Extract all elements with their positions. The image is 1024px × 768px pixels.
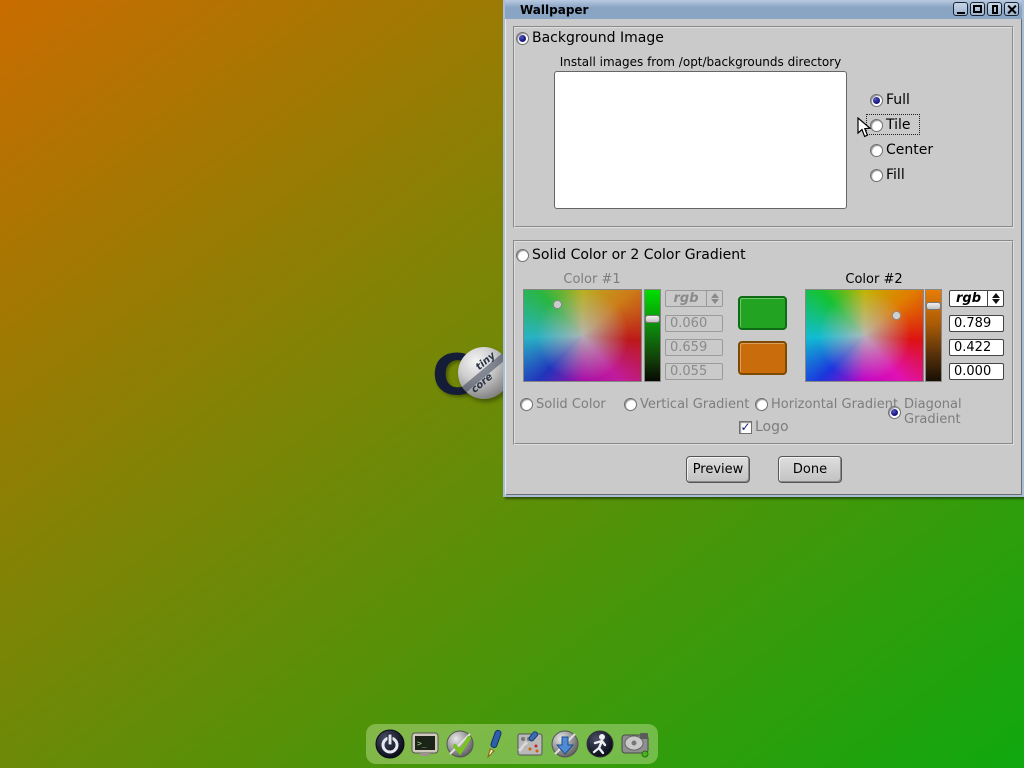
color2-green-field[interactable] [949,339,1004,356]
radio-tile[interactable]: Tile [870,117,911,133]
logo-ball-text-bottom: core [469,371,496,396]
color2-red-field[interactable] [949,315,1004,332]
radio-center[interactable]: Center [870,142,933,158]
color1-swatch[interactable] [738,296,787,330]
mount-drive-icon[interactable] [618,728,651,761]
radio-diagonal-gradient[interactable]: Diagonal Gradient [888,397,1022,427]
color1-hue-picker[interactable] [523,289,642,382]
background-image-radio-icon [516,31,529,45]
radio-fill[interactable]: Fill [870,167,905,183]
color1-value-slider[interactable] [644,289,661,382]
control-panel-icon[interactable] [513,728,546,761]
minimize-icon [956,12,965,14]
radio-vertical-gradient[interactable]: Vertical Gradient [624,397,749,412]
shade-button[interactable] [987,2,1002,16]
editor-pen-icon[interactable] [478,728,511,761]
color2-picker-marker [892,311,901,320]
background-image-list[interactable] [554,71,847,209]
close-icon [1007,5,1016,14]
shade-icon [991,4,998,14]
radio-background-image[interactable]: Background Image [516,30,664,46]
color1-slider-handle[interactable] [645,315,660,323]
color1-mode-select[interactable]: rgb [665,290,723,307]
window-title: Wallpaper [520,2,589,17]
color1-red-field[interactable] [665,315,723,332]
color1-label: Color #1 [563,272,621,287]
wallpaper-window: Wallpaper Background Image Install image… [503,0,1024,497]
color2-label: Color #2 [845,272,903,287]
radio-full[interactable]: Full [870,92,910,108]
svg-text:>_: >_ [417,739,427,748]
maximize-button[interactable] [970,2,985,16]
tile-radio-icon [870,118,883,132]
dock: >_ [366,724,658,764]
center-radio-icon [870,143,883,157]
fill-radio-icon [870,168,883,182]
updown-arrows-icon [706,291,722,306]
power-icon[interactable] [373,728,406,761]
color1-picker-marker [553,300,562,309]
color2-blue-field[interactable] [949,363,1004,380]
vertical-gradient-radio-icon [624,398,637,411]
titlebar[interactable]: Wallpaper [505,0,1022,19]
updown-arrows-icon [987,291,1003,306]
color2-swatch[interactable] [738,341,787,375]
color2-slider-handle[interactable] [926,302,941,310]
install-hint: Install images from /opt/backgrounds dir… [559,55,842,69]
close-button[interactable] [1004,2,1019,16]
full-radio-icon [870,93,883,107]
radio-solid-or-gradient[interactable]: Solid Color or 2 Color Gradient [516,247,746,263]
apps-install-icon[interactable] [548,728,581,761]
radio-solid-color[interactable]: Solid Color [520,397,606,412]
logo-checkbox[interactable]: ✓ [739,420,752,434]
diagonal-gradient-radio-icon [888,405,901,419]
solid-color-radio-icon [520,398,533,411]
color2-hue-picker[interactable] [805,289,924,382]
color1-green-field[interactable] [665,339,723,356]
done-button[interactable]: Done [778,456,842,483]
solid-or-gradient-radio-icon [516,248,529,262]
logo-checkbox-row[interactable]: ✓ Logo [739,419,789,435]
radio-horizontal-gradient[interactable]: Horizontal Gradient [755,397,898,412]
minimize-button[interactable] [953,2,968,16]
color2-mode-select[interactable]: rgb [949,290,1004,307]
maximize-icon [973,5,982,13]
preview-button[interactable]: Preview [686,456,750,483]
horizontal-gradient-radio-icon [755,398,768,411]
color1-blue-field[interactable] [665,363,723,380]
run-icon[interactable] [583,728,616,761]
terminal-icon[interactable]: >_ [408,728,441,761]
apps-check-icon[interactable] [443,728,476,761]
desktop-logo: C tiny core [432,340,512,412]
desktop-background: C tiny core Wallpaper Background Image I… [0,0,1024,768]
color2-value-slider[interactable] [925,289,942,382]
